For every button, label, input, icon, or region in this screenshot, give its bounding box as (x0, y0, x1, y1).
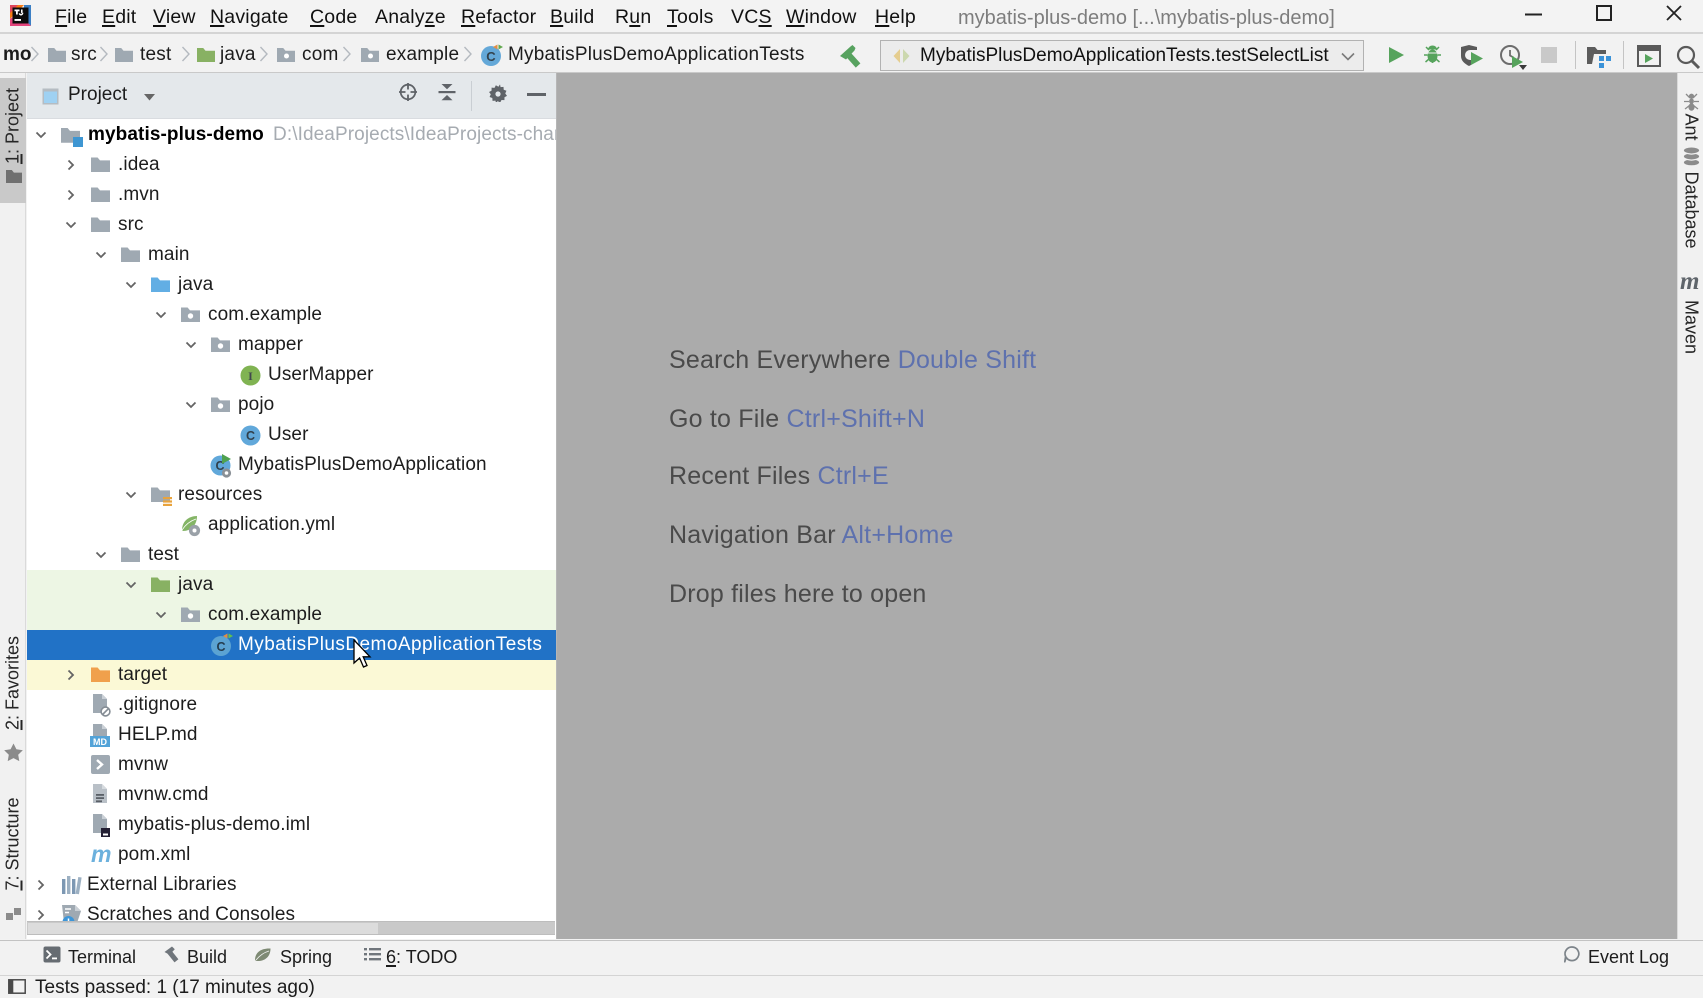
svg-text:C: C (246, 429, 255, 443)
svg-text:C: C (486, 49, 496, 64)
svg-text:MD: MD (93, 737, 107, 747)
svg-text:m: m (91, 842, 111, 867)
svg-text:C: C (216, 640, 225, 654)
svg-text:I: I (248, 369, 253, 383)
